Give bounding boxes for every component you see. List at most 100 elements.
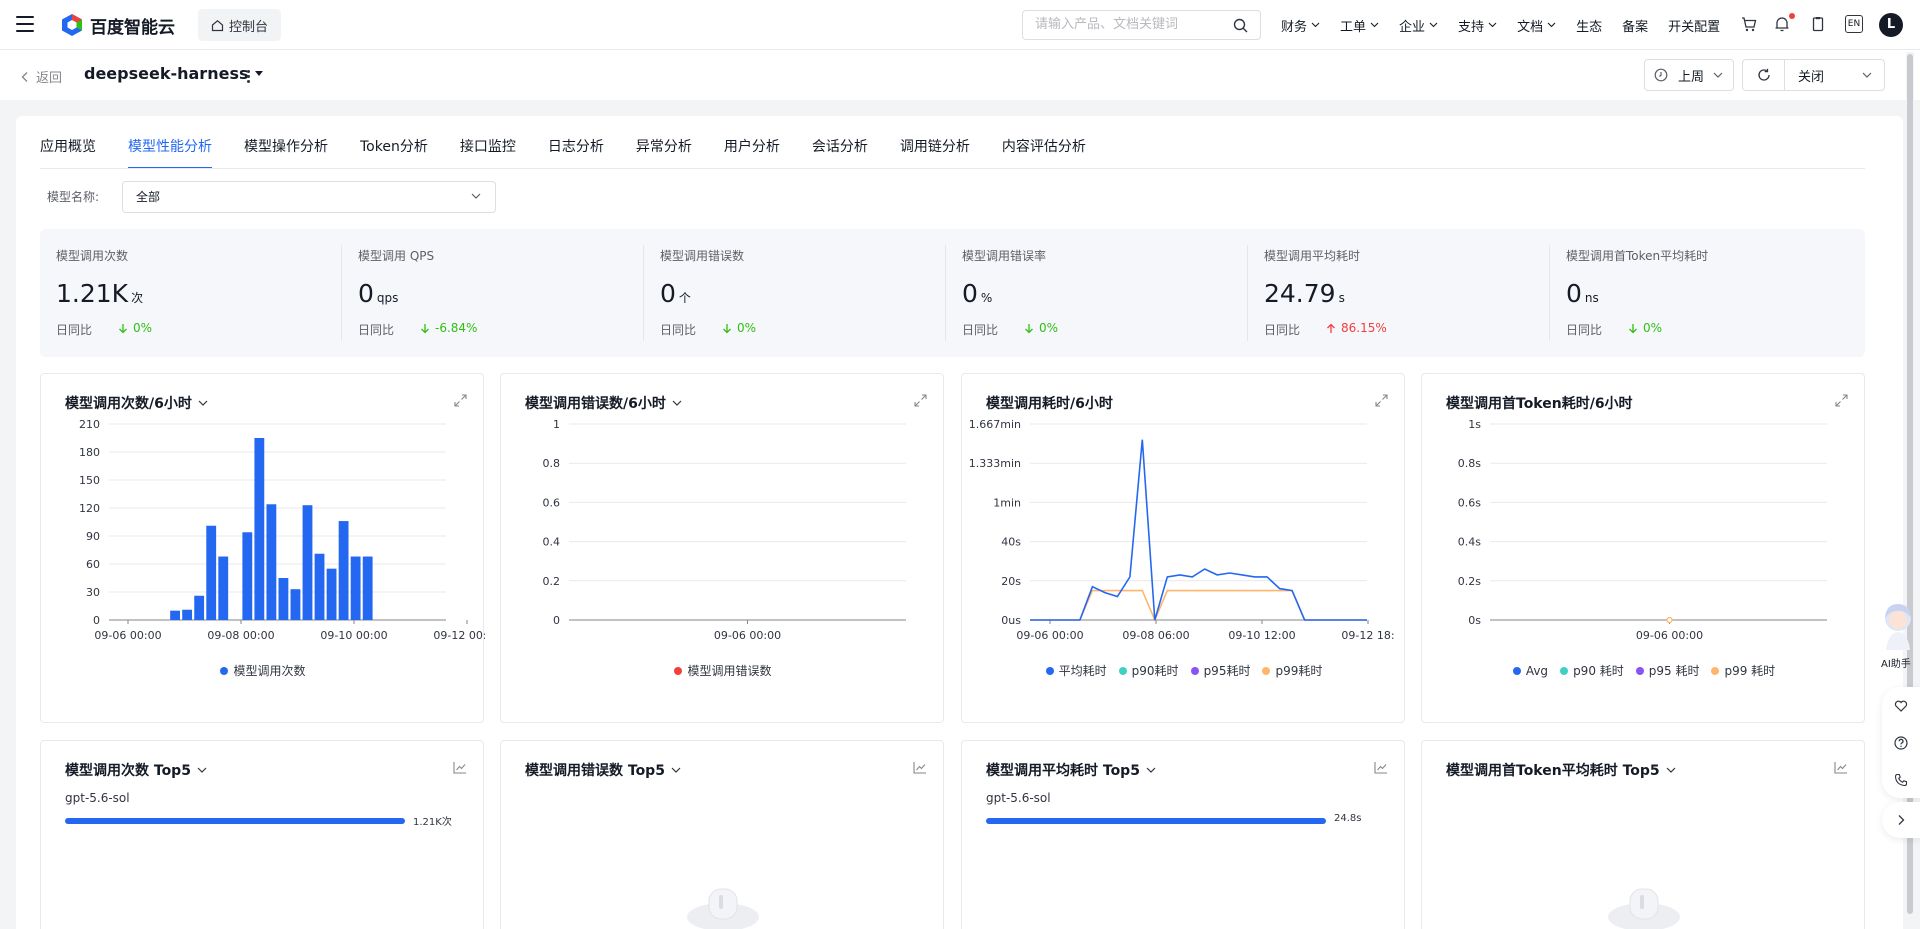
bar[interactable] (170, 610, 181, 620)
y-tick-label: 20s (1001, 575, 1021, 588)
notification-dot (1789, 13, 1795, 19)
top-menu-item[interactable]: 财务 (1281, 16, 1320, 35)
back-button[interactable]: 返回 (18, 67, 62, 86)
top5-item-name: gpt-5.6-sol (65, 791, 130, 805)
legend-item[interactable]: p90 耗时 (1560, 662, 1624, 679)
top5-title[interactable]: 模型调用错误数 Top5 (525, 760, 681, 780)
top-menu-label: 开关配置 (1668, 19, 1721, 35)
bar[interactable] (242, 532, 253, 620)
tab-item[interactable]: 模型操作分析 (244, 137, 328, 169)
tab-item[interactable]: 接口监控 (460, 137, 516, 169)
x-tick-label: 09-12 00:00 (433, 629, 485, 642)
top-menu-item[interactable]: 文档 (1517, 16, 1556, 35)
top5-title[interactable]: 模型调用首Token平均耗时 Top5 (1446, 760, 1676, 780)
chevron-down-icon (672, 400, 682, 406)
console-button[interactable]: 控制台 (198, 9, 281, 41)
bar[interactable] (182, 609, 193, 620)
bar[interactable] (302, 505, 313, 620)
bar[interactable] (326, 568, 337, 620)
expand-icon[interactable] (1835, 394, 1848, 407)
help-icon[interactable] (1894, 735, 1908, 750)
top5-title[interactable]: 模型调用平均耗时 Top5 (986, 760, 1156, 780)
bar[interactable] (266, 504, 277, 620)
y-tick-label: 0.2s (1458, 575, 1481, 588)
tab-item[interactable]: 模型性能分析 (128, 137, 212, 169)
bar[interactable] (218, 556, 229, 620)
top-menu-label: 财务 (1281, 19, 1308, 35)
cart-icon[interactable] (1740, 15, 1758, 33)
bar[interactable] (350, 556, 361, 620)
assistant-avatar-icon[interactable] (1878, 600, 1918, 654)
bell-icon[interactable] (1773, 15, 1791, 33)
heart-icon[interactable] (1894, 699, 1908, 713)
line-chart-icon[interactable] (1374, 761, 1388, 774)
expand-icon[interactable] (454, 394, 467, 407)
bar[interactable] (338, 521, 349, 620)
more-icon[interactable] (247, 70, 250, 85)
tab-item[interactable]: 会话分析 (812, 137, 868, 169)
top-menu-item[interactable]: 工单 (1340, 16, 1379, 35)
bar[interactable] (194, 595, 205, 620)
bar[interactable] (290, 589, 301, 620)
expand-icon[interactable] (1375, 394, 1388, 407)
line-chart-icon[interactable] (453, 761, 467, 774)
assistant-label[interactable]: AI助手 (1881, 655, 1911, 670)
collapse-rail-button[interactable] (1882, 802, 1920, 838)
arrow-down-icon (1629, 323, 1637, 333)
legend-item[interactable]: Avg (1512, 662, 1548, 679)
legend-item[interactable]: 模型调用错误数 (674, 662, 772, 679)
legend-item[interactable]: 平均耗时 (1045, 662, 1107, 679)
model-filter-select[interactable]: 全部 (122, 181, 496, 213)
bar[interactable] (254, 438, 265, 620)
series-line[interactable] (1030, 439, 1367, 621)
expand-icon[interactable] (914, 394, 927, 407)
bar[interactable] (314, 553, 325, 620)
chart-title-text: 模型调用耗时/6小时 (986, 396, 1113, 412)
legend-item[interactable]: p95耗时 (1190, 662, 1250, 679)
top-menu-item[interactable]: 开关配置 (1668, 16, 1720, 35)
chart-title[interactable]: 模型调用错误数/6小时 (525, 393, 682, 413)
time-range-select[interactable]: 上周 (1644, 59, 1734, 91)
chart-panel-errors: 模型调用错误数/6小时 0 0.2 0.4 0.6 0.8 1 09-06 00:00 模型… (500, 373, 944, 723)
bar[interactable] (206, 525, 217, 620)
search-input[interactable]: 请输入产品、文档关键词 (1022, 10, 1261, 40)
top-menu-item[interactable]: 支持 (1458, 16, 1497, 35)
bar[interactable] (362, 556, 373, 620)
avatar[interactable]: L (1879, 13, 1903, 37)
tab-item[interactable]: Token分析 (360, 137, 428, 169)
line-chart-icon[interactable] (1834, 761, 1848, 774)
series-line[interactable] (1030, 589, 1367, 623)
legend-item[interactable]: p90耗时 (1118, 662, 1179, 679)
tab-item[interactable]: 日志分析 (548, 137, 604, 169)
menu-icon[interactable] (16, 16, 34, 32)
bar[interactable] (278, 578, 289, 620)
top5-title[interactable]: 模型调用次数 Top5 (65, 760, 207, 780)
tab-item[interactable]: 应用概览 (40, 137, 96, 169)
clipboard-icon[interactable] (1809, 15, 1827, 33)
top-menu-item[interactable]: 生态 (1576, 16, 1602, 35)
search-icon[interactable] (1233, 18, 1248, 33)
legend-item[interactable]: p99耗时 (1262, 662, 1322, 679)
legend-label: 模型调用次数 (233, 664, 306, 678)
tab-item[interactable]: 内容评估分析 (1002, 137, 1086, 169)
legend-item[interactable]: p99 耗时 (1711, 662, 1775, 679)
top-menu-item[interactable]: 企业 (1399, 16, 1438, 35)
app-selector[interactable]: deepseek-harness (84, 64, 264, 83)
tab-item[interactable]: 异常分析 (636, 137, 692, 169)
top-menu-item[interactable]: 备案 (1622, 16, 1648, 35)
line-chart-icon[interactable] (913, 761, 927, 774)
refresh-control[interactable]: 关闭 (1742, 59, 1885, 91)
chart-title[interactable]: 模型调用次数/6小时 (65, 393, 208, 413)
app-name: deepseek-harness (84, 64, 249, 83)
stat-card: 模型调用平均耗时 24.79 s 日同比 86.15% (1248, 229, 1550, 357)
stat-number: 24.79 (1264, 279, 1336, 308)
data-point[interactable] (1666, 616, 1673, 624)
tab-item[interactable]: 用户分析 (724, 137, 780, 169)
language-switch[interactable]: EN (1845, 15, 1863, 33)
legend-item[interactable]: 模型调用次数 (220, 662, 306, 679)
legend-item[interactable]: p95 耗时 (1635, 662, 1699, 679)
tab-item[interactable]: 调用链分析 (900, 137, 970, 169)
logo[interactable]: 百度智能云 (60, 12, 175, 38)
phone-icon[interactable] (1894, 773, 1908, 787)
refresh-button[interactable] (1743, 60, 1785, 90)
